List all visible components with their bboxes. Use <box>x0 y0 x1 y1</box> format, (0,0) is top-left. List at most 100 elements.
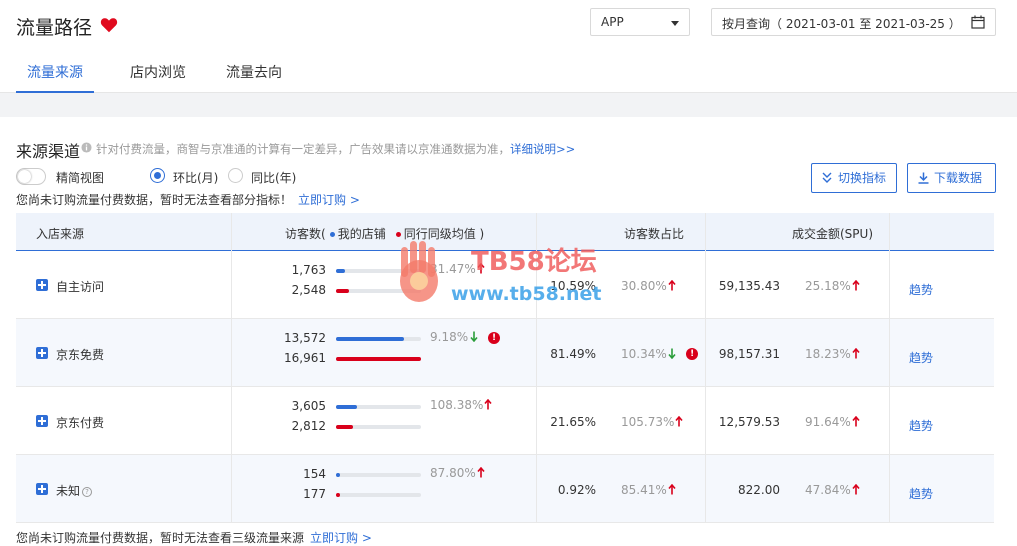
arrow-up-icon <box>852 415 860 427</box>
table-header: 入店来源 访客数( 我的店铺 同行同级均值 ) 访客数占比 成交金额(SPU) <box>16 213 994 251</box>
visitors-my-store: 154 <box>303 467 326 481</box>
visitor-share: 0.92% <box>557 483 596 497</box>
header-visitor-share: 访客数占比 <box>624 227 685 241</box>
expand-plus-icon[interactable] <box>36 483 48 495</box>
gmv-change: 25.18% <box>805 279 851 293</box>
platform-select-value: APP <box>601 15 624 29</box>
tab-traffic-destination[interactable]: 流量去向 <box>222 56 286 93</box>
my-store-bar-fill <box>336 337 404 341</box>
detail-link[interactable]: 详细说明>> <box>510 142 575 156</box>
peer-dot <box>395 231 401 237</box>
share-change: 30.80% <box>621 279 667 293</box>
peer-bar-fill <box>336 357 421 361</box>
expand-plus-icon[interactable] <box>36 415 48 427</box>
simple-view-label: 精简视图 <box>56 171 105 185</box>
table-row: 自主访问 1,763 2,548 31.47% 10.59% 30.80% 59,135.4… <box>16 251 994 319</box>
share-change: 105.73% <box>621 415 675 429</box>
my-store-bar <box>336 337 421 341</box>
visitors-my-store: 1,763 <box>291 263 326 277</box>
page-title: 流量路径 <box>16 17 93 39</box>
trend-link[interactable]: 趋势 <box>909 485 933 502</box>
my-store-bar <box>336 405 421 409</box>
share-change: 10.34% <box>621 347 667 361</box>
info-icon[interactable] <box>81 142 92 153</box>
section-title: 来源渠道 <box>16 142 81 161</box>
visitors-change: 87.80% <box>430 466 476 480</box>
source-name: 京东付费 <box>56 414 104 431</box>
trend-link[interactable]: 趋势 <box>909 349 933 366</box>
calendar-icon <box>971 15 985 29</box>
header-peer-avg: 同行同级均值 ) <box>403 227 485 241</box>
peer-bar-fill <box>336 289 349 293</box>
subscribe-link[interactable]: 立即订购 > <box>298 193 360 207</box>
visitors-peer: 16,961 <box>284 351 326 365</box>
download-icon <box>918 172 929 184</box>
header-source: 入店来源 <box>36 227 85 241</box>
arrow-up-icon <box>477 262 485 274</box>
alert-icon[interactable]: ! <box>488 332 500 344</box>
heart-icon[interactable] <box>100 17 118 33</box>
my-store-dot <box>329 231 335 237</box>
my-store-bar-fill <box>336 269 345 273</box>
arrow-up-icon <box>668 279 676 291</box>
source-name-text: 京东免费 <box>56 348 105 362</box>
visitors-my-store: 13,572 <box>284 331 326 345</box>
gmv-change: 18.23% <box>805 347 851 361</box>
column-divider <box>536 213 537 522</box>
yoy-label: 同比(年) <box>251 171 297 185</box>
source-name: 未知? <box>56 482 93 499</box>
arrow-up-icon <box>852 279 860 291</box>
header-visitors: 访客数( 我的店铺 同行同级均值 ) <box>285 225 484 242</box>
source-name: 京东免费 <box>56 346 104 363</box>
simple-view-toggle[interactable] <box>16 168 46 185</box>
tab-store-browse[interactable]: 店内浏览 <box>126 56 190 93</box>
gmv-value: 59,135.43 <box>718 279 780 293</box>
source-name-text: 京东付费 <box>56 416 105 430</box>
visitors-my-store: 3,605 <box>291 399 326 413</box>
question-icon[interactable]: ? <box>82 487 93 497</box>
visitors-change: 108.38% <box>430 398 484 412</box>
header-visitors-label: 访客数( <box>285 227 326 241</box>
arrow-up-icon <box>852 347 860 359</box>
visitor-share: 10.59% <box>550 279 596 293</box>
share-change: 85.41% <box>621 483 667 497</box>
table-row: 京东免费 13,572 16,961 9.18%! 81.49% 10.34%! 98,15… <box>16 319 994 387</box>
switch-metric-label: 切换指标 <box>838 171 887 185</box>
source-name-text: 未知 <box>56 484 81 498</box>
footer-subscribe-link[interactable]: 立即订购 > <box>310 531 372 545</box>
date-range-picker[interactable]: 按月查询（ 2021-03-01 至 2021-03-25 ） <box>711 8 996 36</box>
alert-icon[interactable]: ! <box>686 348 699 360</box>
mom-radio[interactable] <box>150 168 165 183</box>
footer-warning-text: 您尚未订购流量付费数据，暂时无法查看三级流量来源 <box>16 531 305 545</box>
column-divider <box>705 213 706 522</box>
header-gmv: 成交金额(SPU) <box>792 227 874 241</box>
expand-plus-icon[interactable] <box>36 347 48 359</box>
tab-traffic-source[interactable]: 流量来源 <box>16 56 94 93</box>
trend-link[interactable]: 趋势 <box>909 281 933 298</box>
warning-text: 您尚未订购流量付费数据，暂时无法查看部分指标！ <box>16 193 293 207</box>
trend-link[interactable]: 趋势 <box>909 417 933 434</box>
arrow-up-icon <box>477 466 485 478</box>
toggle-knob <box>18 170 31 183</box>
platform-select[interactable]: APP <box>590 8 690 36</box>
my-store-bar <box>336 473 421 477</box>
yoy-radio[interactable] <box>228 168 243 183</box>
section-note: 针对付费流量，商智与京准通的计算有一定差异，广告效果请以京准通数据为准，详细说明… <box>96 141 575 157</box>
header-my-store: 我的店铺 <box>337 227 386 241</box>
visitor-share: 21.65% <box>550 415 596 429</box>
visitors-change: 31.47% <box>430 262 476 276</box>
arrow-up-icon <box>675 415 683 427</box>
gmv-change: 47.84% <box>805 483 851 497</box>
switch-metric-button[interactable]: 切换指标 <box>811 163 897 193</box>
peer-bar <box>336 289 421 293</box>
expand-plus-icon[interactable] <box>36 279 48 291</box>
download-button[interactable]: 下载数据 <box>907 163 996 193</box>
column-divider <box>231 213 232 522</box>
arrow-up-icon <box>484 398 492 410</box>
visitor-share: 81.49% <box>550 347 596 361</box>
paid-data-warning: 您尚未订购流量付费数据，暂时无法查看部分指标！ 立即订购 > <box>16 191 360 208</box>
chevron-down-icon <box>671 21 679 26</box>
gmv-value: 98,157.31 <box>718 347 780 361</box>
column-divider <box>889 213 890 522</box>
date-range-value: 按月查询（ 2021-03-01 至 2021-03-25 ） <box>722 17 961 31</box>
